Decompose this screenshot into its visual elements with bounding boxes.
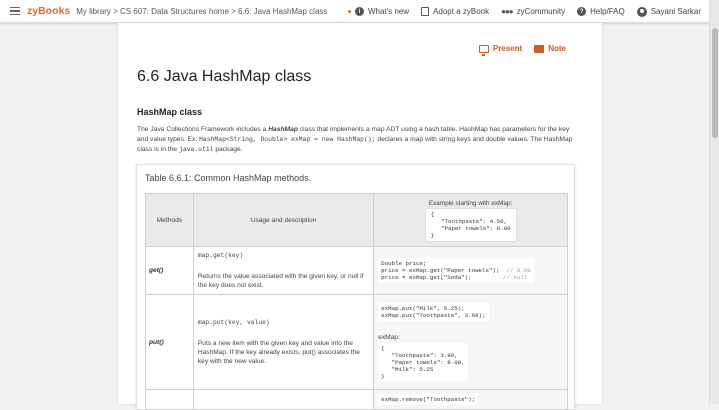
community-label: zyCommunity	[516, 7, 566, 16]
method-description: Returns the value associated with the gi…	[197, 272, 364, 289]
scrollbar-thumb[interactable]	[712, 28, 718, 138]
example-header-label: Example starting with exMap:	[428, 199, 513, 207]
example-cell: exMap.put("Milk", 5.25); exMap.put("Toot…	[373, 294, 568, 390]
usage-cell	[192, 389, 375, 410]
vertical-scrollbar[interactable]	[709, 0, 719, 404]
monitor-icon	[478, 44, 489, 56]
present-button[interactable]: Present	[478, 44, 523, 56]
top-navigation-bar: zyBooks My library > CS 607: Data Struct…	[0, 0, 709, 23]
section-tools: Present Note	[478, 44, 566, 56]
hashmap-methods-table: Methods Usage and description Example st…	[145, 193, 568, 410]
example-map-code: { "Toothpaste": 4.50, "Paper towels": 8.…	[424, 207, 517, 242]
para-text: package.	[213, 146, 243, 154]
code-comment: // null	[502, 274, 528, 281]
table-header-row: Methods Usage and description Example st…	[145, 193, 568, 247]
para-bold-term: HashMap	[268, 126, 298, 133]
avatar-icon	[636, 6, 647, 17]
people-icon: ●●●	[501, 7, 513, 16]
usage-cell: map.put(key, value) Puts a new item with…	[192, 294, 375, 390]
table-card: Table 6.6.1: Common HashMap methods. Met…	[136, 164, 575, 410]
example-code: Double price; price = exMap.get("Paper t…	[378, 258, 534, 283]
table-caption: Table 6.6.1: Common HashMap methods.	[145, 173, 312, 183]
result-map-code: { "Toothpaste": 3.99, "Paper towels": 8.…	[378, 342, 468, 382]
content-page: Present Note 6.6 Java HashMap class Hash…	[118, 23, 602, 410]
usage-cell: map.get(key) Returns the value associate…	[192, 246, 375, 295]
result-label: exMap:	[378, 333, 400, 341]
help-faq-link[interactable]: ? Help/FAQ	[577, 7, 625, 16]
table-row: exMap.remove("Toothpaste");	[145, 389, 568, 410]
info-icon: i	[354, 7, 364, 16]
example-code: exMap.remove("Toothpaste");	[378, 394, 479, 405]
table-row: get() map.get(key) Returns the value ass…	[145, 246, 568, 295]
method-name: put()	[145, 294, 194, 390]
help-label: Help/FAQ	[590, 7, 625, 16]
whats-new-link[interactable]: i What's new	[347, 7, 410, 16]
method-name	[145, 389, 194, 410]
code-line: price = exMap.get("Soda");	[381, 274, 472, 281]
adopt-zybook-link[interactable]: Adopt a zyBook	[421, 7, 489, 16]
header-methods: Methods	[145, 193, 194, 247]
example-cell: exMap.remove("Toothpaste");	[373, 389, 568, 410]
intro-paragraph: The Java Collections Framework includes …	[137, 125, 577, 156]
example-code: exMap.put("Milk", 5.25); exMap.put("Toot…	[378, 302, 489, 321]
code-comment: // 8.00	[506, 267, 531, 274]
notification-dot-icon	[347, 10, 351, 13]
breadcrumb[interactable]: My library > CS 607: Data Structures hom…	[76, 7, 327, 16]
method-name: get()	[145, 246, 194, 295]
menu-icon[interactable]	[10, 6, 20, 16]
para-code: java.util	[179, 146, 214, 154]
section-heading: HashMap class	[137, 107, 203, 117]
table-row: put() map.put(key, value) Puts a new ite…	[145, 294, 568, 390]
method-description: Puts a new item with the given key and v…	[197, 339, 360, 365]
para-code: HashMap<String, Double> exMap = new Hash…	[199, 136, 376, 144]
example-cell: Double price; price = exMap.get("Paper t…	[373, 246, 568, 295]
code-line: Double price; price = exMap.get("Paper t…	[381, 260, 500, 274]
note-button[interactable]: Note	[534, 44, 566, 53]
book-icon	[421, 7, 430, 16]
page-title: 6.6 Java HashMap class	[137, 68, 312, 85]
para-text: The Java Collections Framework includes …	[137, 126, 269, 133]
user-name: Sayani Sarkar	[650, 7, 701, 16]
top-nav-right: i What's new Adopt a zyBook ●●● zyCommun…	[347, 0, 701, 23]
header-example: Example starting with exMap: { "Toothpas…	[373, 193, 568, 247]
adopt-label: Adopt a zyBook	[433, 7, 490, 16]
note-label: Note	[548, 44, 566, 53]
header-usage: Usage and description	[192, 193, 375, 247]
whats-new-label: What's new	[367, 7, 410, 16]
help-icon: ?	[577, 7, 587, 16]
user-menu[interactable]: Sayani Sarkar	[636, 6, 701, 17]
method-signature: map.get(key)	[197, 251, 244, 259]
present-label: Present	[492, 44, 523, 53]
note-icon	[534, 44, 545, 53]
zybooks-logo[interactable]: zyBooks	[27, 5, 70, 17]
method-signature: map.put(key, value)	[197, 318, 270, 326]
zycommunity-link[interactable]: ●●● zyCommunity	[501, 7, 565, 16]
